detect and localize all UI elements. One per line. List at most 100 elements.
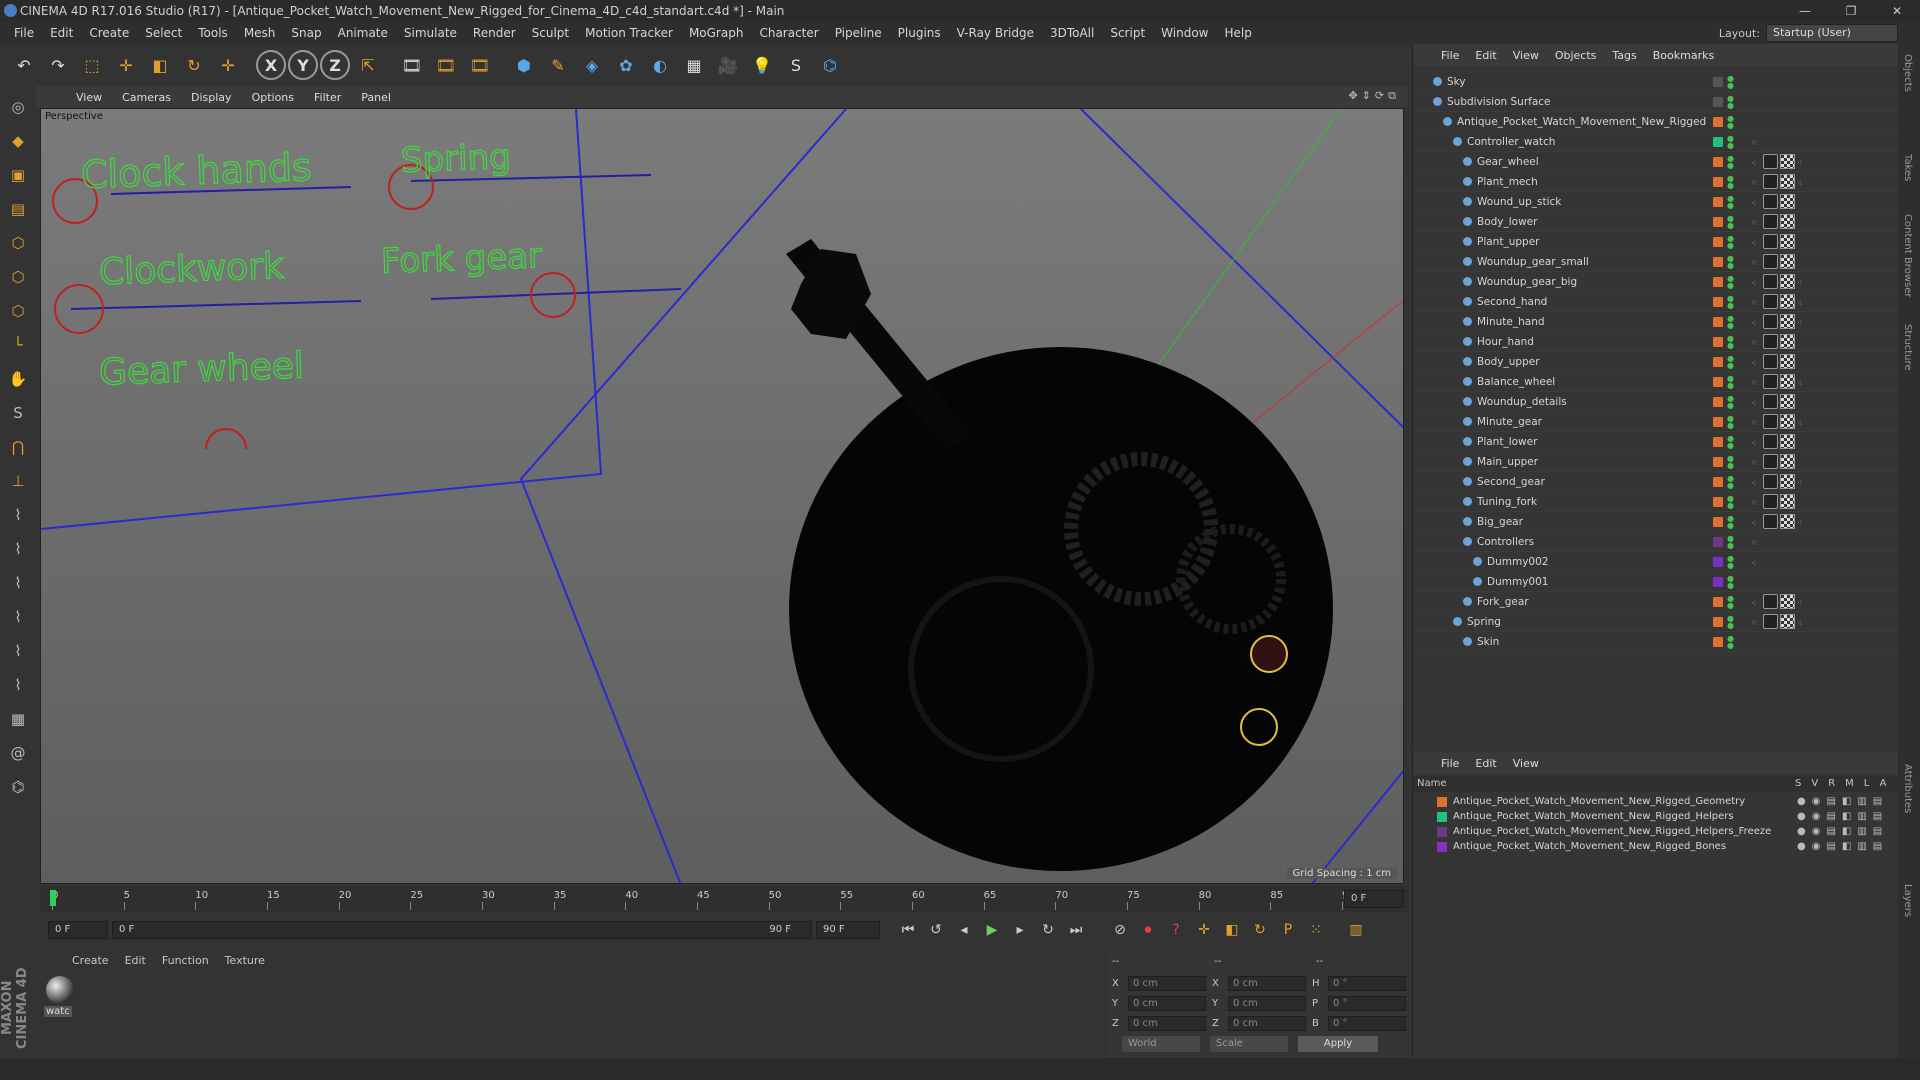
- tab-objects[interactable]: Objects: [1902, 54, 1913, 92]
- tweak-icon[interactable]: ✋: [3, 364, 33, 394]
- menu-plugins[interactable]: Plugins: [890, 26, 949, 40]
- cube-icon[interactable]: ⬢: [508, 49, 540, 81]
- material-preview[interactable]: [46, 976, 74, 1004]
- menu-v-ray-bridge[interactable]: V-Ray Bridge: [949, 26, 1042, 40]
- material-tag-icon[interactable]: [1763, 174, 1778, 189]
- visibility-toggle-icon[interactable]: ● ●: [1727, 415, 1734, 430]
- material-tag-icon[interactable]: [1763, 154, 1778, 169]
- object-layer-swatch[interactable]: [1713, 517, 1723, 527]
- magnet-icon[interactable]: ⋂: [3, 432, 33, 462]
- object-row-dummy002[interactable]: Dummy002 ● ● ⁖: [1413, 552, 1899, 572]
- current-frame-field[interactable]: 0 F: [1344, 890, 1404, 908]
- weight-tag-icon[interactable]: ⁖: [1797, 474, 1807, 489]
- timeline-window-icon[interactable]: ▥: [1344, 918, 1368, 942]
- edit-render-settings-icon[interactable]: 🎞: [464, 49, 496, 81]
- edges-mode-icon[interactable]: ⬡: [3, 262, 33, 292]
- deformer-icon[interactable]: ◐: [644, 49, 676, 81]
- object-row-second-hand[interactable]: Second_hand ● ● ⁖ ⁖: [1413, 292, 1899, 312]
- uvw-tag-icon[interactable]: [1780, 514, 1795, 529]
- uvw-tag-icon[interactable]: [1780, 194, 1795, 209]
- uvw-tag-icon[interactable]: [1780, 274, 1795, 289]
- viewport-menu-options[interactable]: Options: [242, 91, 304, 104]
- object-layer-swatch[interactable]: [1713, 637, 1723, 647]
- constraint-tag-icon[interactable]: ⁖: [1751, 154, 1761, 169]
- timeline-playhead[interactable]: [50, 890, 56, 906]
- uvw-tag-icon[interactable]: [1780, 354, 1795, 369]
- object-layer-swatch[interactable]: [1713, 477, 1723, 487]
- object-layer-swatch[interactable]: [1713, 437, 1723, 447]
- apply-button[interactable]: Apply: [1298, 1036, 1378, 1052]
- object-row-dummy001[interactable]: Dummy001 ● ●: [1413, 572, 1899, 592]
- record-key-icon[interactable]: ⏺: [1136, 918, 1160, 942]
- uvw-tag-icon[interactable]: [1780, 594, 1795, 609]
- constraint-tag-icon[interactable]: ⁖: [1751, 234, 1761, 249]
- object-layer-swatch[interactable]: [1713, 397, 1723, 407]
- layer-color-swatch[interactable]: [1437, 812, 1447, 822]
- object-layer-swatch[interactable]: [1713, 317, 1723, 327]
- object-layer-swatch[interactable]: [1713, 97, 1723, 107]
- object-layer-swatch[interactable]: [1713, 77, 1723, 87]
- weight-tag-icon[interactable]: ⁖: [1797, 154, 1807, 169]
- constraint-tag-icon[interactable]: ⁖: [1751, 134, 1761, 149]
- menu-character[interactable]: Character: [751, 26, 826, 40]
- object-row-spring[interactable]: Spring ● ● ⁖ ⁖: [1413, 612, 1899, 632]
- visibility-toggle-icon[interactable]: ● ●: [1727, 335, 1734, 350]
- weight-tag-icon[interactable]: ⁖: [1797, 414, 1807, 429]
- tab-layers[interactable]: Layers: [1902, 884, 1913, 917]
- visibility-toggle-icon[interactable]: ● ●: [1727, 215, 1734, 230]
- object-layer-swatch[interactable]: [1713, 137, 1723, 147]
- visibility-toggle-icon[interactable]: ● ●: [1727, 555, 1734, 570]
- object-row-plant-upper[interactable]: Plant_upper ● ● ⁖: [1413, 232, 1899, 252]
- object-row-hour-hand[interactable]: Hour_hand ● ● ⁖: [1413, 332, 1899, 352]
- visibility-toggle-icon[interactable]: ● ●: [1727, 635, 1734, 650]
- key-pla-icon[interactable]: ⁙: [1304, 918, 1328, 942]
- visibility-toggle-icon[interactable]: ● ●: [1727, 195, 1734, 210]
- uvw-tag-icon[interactable]: [1780, 474, 1795, 489]
- start-frame-field[interactable]: 0 F: [48, 921, 108, 939]
- material-tag-icon[interactable]: [1763, 394, 1778, 409]
- visibility-toggle-icon[interactable]: ● ●: [1727, 615, 1734, 630]
- menu-mograph[interactable]: MoGraph: [681, 26, 752, 40]
- material-tag-icon[interactable]: [1763, 454, 1778, 469]
- constraint-tag-icon[interactable]: ⁖: [1751, 294, 1761, 309]
- uvw-tag-icon[interactable]: [1780, 434, 1795, 449]
- uvw-tag-icon[interactable]: [1780, 394, 1795, 409]
- close-button[interactable]: ✕: [1874, 0, 1920, 22]
- weight-tag-icon[interactable]: ⁖: [1797, 174, 1807, 189]
- visibility-toggle-icon[interactable]: ● ●: [1727, 435, 1734, 450]
- object-menu-bookmarks[interactable]: Bookmarks: [1645, 49, 1722, 62]
- timeline-ruler[interactable]: 0510152025303540455055606570758085900 F: [40, 886, 1408, 912]
- menu-pipeline[interactable]: Pipeline: [827, 26, 890, 40]
- axis-mode-icon[interactable]: └: [3, 330, 33, 360]
- floor-icon[interactable]: ▦: [678, 49, 710, 81]
- next-key-icon[interactable]: ↻: [1036, 918, 1060, 942]
- material-tag-icon[interactable]: [1763, 434, 1778, 449]
- material-tag-icon[interactable]: [1763, 294, 1778, 309]
- size-mode-dropdown[interactable]: Scale: [1210, 1036, 1288, 1052]
- constraint-tag-icon[interactable]: ⁖: [1751, 194, 1761, 209]
- weight-tag-icon[interactable]: ⁖: [1797, 374, 1807, 389]
- minimize-button[interactable]: —: [1782, 0, 1828, 22]
- previous-key-icon[interactable]: ↺: [924, 918, 948, 942]
- recent-tool-icon[interactable]: ✛: [212, 49, 244, 81]
- uvw-tag-icon[interactable]: [1780, 294, 1795, 309]
- object-row-second-gear[interactable]: Second_gear ● ● ⁖ ⁖: [1413, 472, 1899, 492]
- frame-range-slider[interactable]: 0 F 90 F: [112, 921, 812, 939]
- object-menu-file[interactable]: File: [1433, 49, 1467, 62]
- object-layer-swatch[interactable]: [1713, 257, 1723, 267]
- object-row-balance-wheel[interactable]: Balance_wheel ● ● ⁖ ⁖: [1413, 372, 1899, 392]
- visibility-toggle-icon[interactable]: ● ●: [1727, 115, 1734, 130]
- visibility-toggle-icon[interactable]: ● ●: [1727, 595, 1734, 610]
- uvw-tag-icon[interactable]: [1780, 234, 1795, 249]
- size-field[interactable]: 0 cm: [1228, 996, 1306, 1011]
- constraint-tag-icon[interactable]: ⁖: [1751, 254, 1761, 269]
- object-layer-swatch[interactable]: [1713, 177, 1723, 187]
- material-tag-icon[interactable]: [1763, 594, 1778, 609]
- pen-icon[interactable]: ✎: [542, 49, 574, 81]
- brush4-icon[interactable]: ⌇: [3, 602, 33, 632]
- object-layer-swatch[interactable]: [1713, 557, 1723, 567]
- layer-row[interactable]: Antique_Pocket_Watch_Movement_New_Rigged…: [1413, 839, 1899, 854]
- constraint-tag-icon[interactable]: ⁖: [1751, 474, 1761, 489]
- object-layer-swatch[interactable]: [1713, 577, 1723, 587]
- uvw-tag-icon[interactable]: [1780, 374, 1795, 389]
